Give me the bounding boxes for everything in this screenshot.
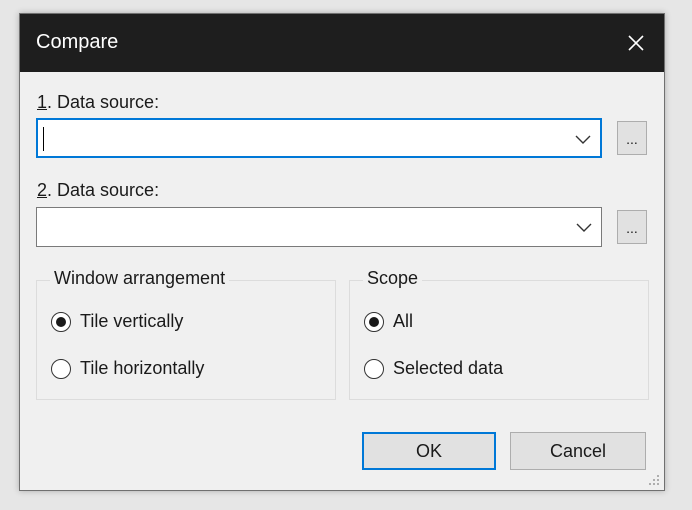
window-arrangement-group: Window arrangement Tile vertically Tile … [36, 268, 336, 400]
cancel-button[interactable]: Cancel [510, 432, 646, 470]
window-arrangement-title: Window arrangement [50, 268, 230, 289]
data-source-1-input[interactable] [44, 126, 564, 152]
text-caret [43, 127, 44, 151]
close-icon [628, 35, 644, 51]
scope-group: Scope All Selected data [349, 268, 649, 400]
data-source-2-input[interactable] [43, 214, 563, 240]
close-button[interactable] [608, 14, 664, 72]
ok-button[interactable]: OK [362, 432, 496, 470]
radio-button-unchecked[interactable] [51, 359, 71, 379]
resize-grip-icon[interactable] [648, 474, 660, 486]
title-bar[interactable]: Compare [20, 14, 664, 72]
chevron-down-icon[interactable] [575, 221, 593, 233]
radio-button-checked[interactable] [364, 312, 384, 332]
data-source-1-combobox[interactable] [36, 118, 602, 158]
dialog-title: Compare [36, 31, 119, 53]
data-source-1-browse-button[interactable]: ... [617, 121, 647, 155]
data-source-2-label: 2. Data source: [37, 180, 160, 200]
data-source-2-combobox[interactable] [36, 207, 602, 247]
screen: Compare 1. Data source: ... 2. Data sour… [0, 0, 692, 510]
scope-title: Scope [363, 268, 423, 289]
data-source-2-browse-button[interactable]: ... [617, 210, 647, 244]
chevron-down-icon[interactable] [574, 133, 592, 145]
radio-button-checked[interactable] [51, 312, 71, 332]
data-source-1-label: 1. Data source: [37, 92, 160, 112]
compare-dialog: Compare 1. Data source: ... 2. Data sour… [19, 13, 665, 491]
radio-button-unchecked[interactable] [364, 359, 384, 379]
